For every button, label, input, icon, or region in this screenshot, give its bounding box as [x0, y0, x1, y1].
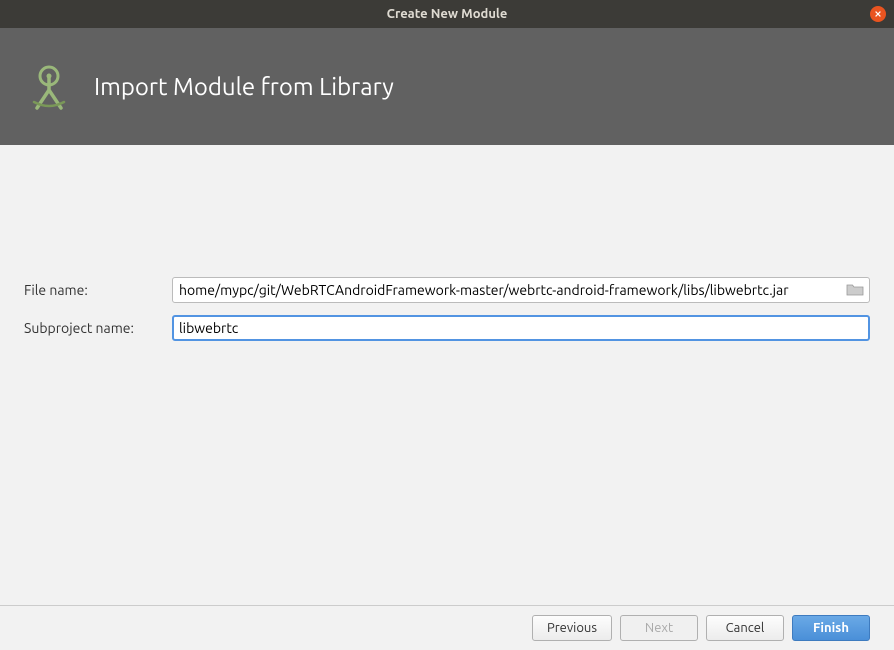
dialog-header: Import Module from Library: [0, 28, 894, 145]
subproject-name-label: Subproject name:: [24, 320, 172, 336]
window-title: Create New Module: [387, 7, 508, 21]
finish-button[interactable]: Finish: [792, 615, 870, 641]
file-name-row: File name:: [24, 277, 870, 303]
subproject-name-input[interactable]: [172, 315, 870, 341]
dialog-content: File name: Subproject name:: [0, 145, 894, 605]
window-titlebar: Create New Module: [0, 0, 894, 28]
close-button[interactable]: [870, 6, 886, 22]
dialog-footer: Previous Next Cancel Finish: [0, 605, 894, 650]
subproject-name-row: Subproject name:: [24, 315, 870, 341]
android-studio-icon: [24, 62, 74, 112]
browse-folder-icon[interactable]: [846, 283, 864, 297]
close-icon: [874, 10, 882, 18]
cancel-button[interactable]: Cancel: [706, 615, 784, 641]
next-button[interactable]: Next: [620, 615, 698, 641]
previous-button[interactable]: Previous: [532, 615, 612, 641]
file-name-input[interactable]: [172, 277, 870, 303]
file-name-label: File name:: [24, 282, 172, 298]
dialog-title: Import Module from Library: [94, 73, 394, 100]
